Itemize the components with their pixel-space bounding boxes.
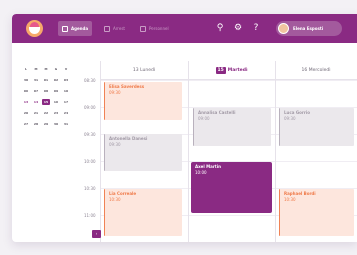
calendar-day[interactable]: 10 xyxy=(62,88,70,94)
event-time: 09:30 xyxy=(109,142,121,147)
calendar-day[interactable]: 20 xyxy=(22,110,30,116)
user-menu[interactable]: Elena Esposti xyxy=(276,21,342,36)
calendar-day[interactable]: 13 xyxy=(22,99,30,105)
day-header-monday[interactable]: 13 Lunedì xyxy=(100,61,188,80)
event-time: 09:30 xyxy=(284,116,296,121)
calendar-day[interactable]: 28 xyxy=(32,121,40,127)
event-time: 09:30 xyxy=(109,90,121,95)
calendar-day[interactable]: 14 xyxy=(32,99,40,105)
mini-calendar: L M M G V 30 31 01 02 03 06 07 08 09 10 13 14 15 16 17 20 21 2… xyxy=(22,66,92,127)
calendar-day[interactable]: 07 xyxy=(32,88,40,94)
time-label: 10:30 xyxy=(84,186,96,191)
calendar-day[interactable]: 17 xyxy=(62,99,70,105)
calendar-day[interactable]: 09 xyxy=(52,88,60,94)
nav-item-label: Arrest xyxy=(113,26,125,31)
calendar-day-selected[interactable]: 15 xyxy=(42,99,50,105)
user-name: Elena Esposti xyxy=(293,26,324,31)
calendar-day[interactable]: 06 xyxy=(22,88,30,94)
event-time: 09:00 xyxy=(198,116,210,121)
nav-item-personnel[interactable]: Personnel xyxy=(136,21,173,36)
event-time: 10:30 xyxy=(284,197,296,202)
calendar-day[interactable]: 01 xyxy=(42,77,50,83)
app-logo-icon[interactable] xyxy=(26,20,43,37)
weekday-label: L xyxy=(25,67,27,71)
search-icon[interactable]: ⚲ xyxy=(213,21,227,35)
calendar-day[interactable]: 08 xyxy=(42,88,50,94)
app-window: Agenda Arrest Personnel ⚲ ⚙ ? Elena Espo… xyxy=(12,14,357,242)
event-card[interactable]: Raphael Bordi 10:30 xyxy=(279,189,354,236)
calendar-day[interactable]: 16 xyxy=(52,99,60,105)
event-card[interactable]: Elisa Saverdess 09:30 xyxy=(104,82,182,120)
time-label: 08:30 xyxy=(84,78,96,83)
day-header-tuesday[interactable]: 15 Martedì xyxy=(188,61,275,80)
calendar-day[interactable]: 21 xyxy=(32,110,40,116)
calendar-day[interactable]: 22 xyxy=(42,110,50,116)
calendar-day[interactable]: 02 xyxy=(52,77,60,83)
help-button[interactable]: ? xyxy=(249,21,263,35)
event-card[interactable]: Annalisa Castelli 09:00 xyxy=(193,108,271,146)
event-card-selected[interactable]: Axel Martin 10:00 xyxy=(191,162,272,213)
event-card[interactable]: Lia Correale 10:30 xyxy=(104,189,182,236)
calendar-day[interactable]: 23 xyxy=(52,110,60,116)
calendar-day[interactable]: 24 xyxy=(62,110,70,116)
nav-item-label: Agenda xyxy=(71,26,89,31)
top-navigation-bar: Agenda Arrest Personnel ⚲ ⚙ ? Elena Espo… xyxy=(12,14,357,43)
nav-item-arrest[interactable]: Arrest xyxy=(100,21,129,36)
person-icon xyxy=(104,25,110,32)
calendar-day[interactable]: 30 xyxy=(22,77,30,83)
calendar-day[interactable]: 31 xyxy=(62,121,70,127)
nav-item-agenda[interactable]: Agenda xyxy=(58,21,93,36)
day-label: Martedì xyxy=(227,67,248,73)
calendar-day[interactable]: 31 xyxy=(32,77,40,83)
nav-item-label: Personnel xyxy=(149,26,169,31)
gear-icon[interactable]: ⚙ xyxy=(231,21,245,35)
event-card[interactable]: Luca Gorrio 09:30 xyxy=(279,108,354,146)
event-time: 10:00 xyxy=(195,170,207,175)
time-label: 09:00 xyxy=(84,105,96,110)
time-label: 11:00 xyxy=(84,213,96,218)
event-card[interactable]: Antonella Danesi 09:30 xyxy=(104,134,182,171)
grid-icon xyxy=(140,25,146,32)
event-time: 10:30 xyxy=(109,197,121,202)
day-header-wednesday[interactable]: 16 Mercoledì xyxy=(275,61,357,80)
weekday-label: M xyxy=(44,67,48,71)
calendar-day[interactable]: 27 xyxy=(22,121,30,127)
time-label: 10:00 xyxy=(84,159,96,164)
week-grid: 13 Lunedì 15 Martedì 16 Mercoledì Elisa … xyxy=(100,61,357,242)
avatar xyxy=(278,23,289,34)
calendar-day[interactable]: 29 xyxy=(42,121,50,127)
today-badge: 15 xyxy=(215,66,226,74)
calendar-icon xyxy=(62,25,68,32)
weekday-label: V xyxy=(64,67,68,71)
day-label: 16 Mercoledì xyxy=(301,67,331,73)
calendar-day[interactable]: 03 xyxy=(62,77,70,83)
calendar-day[interactable]: 30 xyxy=(52,121,60,127)
time-label: 09:30 xyxy=(84,132,96,137)
previous-page-button[interactable]: ‹ xyxy=(92,230,101,238)
day-label: 13 Lunedì xyxy=(132,67,156,73)
weekday-label: M xyxy=(34,67,38,71)
weekday-label: G xyxy=(54,67,58,71)
